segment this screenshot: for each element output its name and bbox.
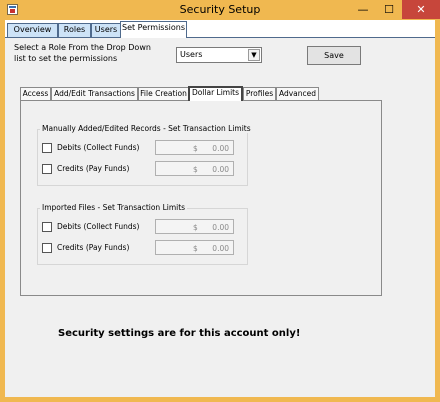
imported-debits-row: Debits (Collect Funds) $ 0.00	[42, 219, 242, 235]
imported-credits-checkbox[interactable]	[42, 243, 52, 253]
imported-files-group: Imported Files - Set Transaction Limits …	[37, 203, 248, 265]
maximize-button[interactable]: ☐	[376, 0, 402, 19]
imported-debits-limit-field[interactable]: $ 0.00	[155, 219, 234, 234]
manual-records-group-title: Manually Added/Edited Records - Set Tran…	[40, 124, 253, 133]
manual-debits-label[interactable]: Debits (Collect Funds)	[57, 143, 139, 152]
save-button[interactable]: Save	[307, 46, 361, 65]
imported-files-group-title: Imported Files - Set Transaction Limits	[40, 203, 188, 212]
security-setup-window: Security Setup — ☐ ✕ Overview Roles User…	[0, 0, 440, 402]
account-scope-message: Security settings are for this account o…	[58, 328, 301, 339]
tab-access[interactable]: Access	[20, 87, 51, 100]
tab-add-edit-transactions[interactable]: Add/Edit Transactions	[51, 87, 138, 100]
manual-credits-limit-field[interactable]: $ 0.00	[155, 161, 234, 176]
manual-credits-label[interactable]: Credits (Pay Funds)	[57, 164, 129, 173]
manual-credits-checkbox[interactable]	[42, 164, 52, 174]
currency-symbol: $	[193, 144, 198, 153]
tab-profiles[interactable]: Profiles	[243, 87, 276, 100]
set-permissions-panel: Select a Role From the Drop Down list to…	[5, 37, 435, 397]
instructions-line-2: list to set the permissions	[14, 54, 118, 63]
manual-debits-limit-value: 0.00	[212, 144, 229, 153]
imported-credits-limit-field[interactable]: $ 0.00	[155, 240, 234, 255]
imported-debits-label[interactable]: Debits (Collect Funds)	[57, 222, 139, 231]
imported-debits-limit-value: 0.00	[212, 223, 229, 232]
imported-credits-label[interactable]: Credits (Pay Funds)	[57, 243, 129, 252]
manual-debits-limit-field[interactable]: $ 0.00	[155, 140, 234, 155]
tab-advanced[interactable]: Advanced	[276, 87, 319, 100]
dollar-limits-panel: Manually Added/Edited Records - Set Tran…	[20, 100, 382, 296]
tab-file-creation[interactable]: File Creation	[138, 87, 189, 100]
tab-dollar-limits[interactable]: Dollar Limits	[188, 86, 243, 101]
currency-symbol: $	[193, 165, 198, 174]
currency-symbol: $	[193, 244, 198, 253]
tab-overview[interactable]: Overview	[7, 23, 58, 37]
chevron-down-icon[interactable]: ▼	[248, 49, 260, 61]
tab-users[interactable]: Users	[91, 23, 121, 37]
role-instructions: Select a Role From the Drop Down list to…	[14, 42, 179, 64]
imported-credits-limit-value: 0.00	[212, 244, 229, 253]
role-dropdown-value: Users	[180, 50, 203, 59]
manual-credits-row: Credits (Pay Funds) $ 0.00	[42, 161, 242, 177]
instructions-line-1: Select a Role From the Drop Down	[14, 43, 151, 52]
manual-debits-row: Debits (Collect Funds) $ 0.00	[42, 140, 242, 156]
client-area: Overview Roles Users Set Permissions Sel…	[5, 20, 435, 397]
manual-credits-limit-value: 0.00	[212, 165, 229, 174]
manual-debits-checkbox[interactable]	[42, 143, 52, 153]
imported-credits-row: Credits (Pay Funds) $ 0.00	[42, 240, 242, 256]
minimize-button[interactable]: —	[350, 0, 376, 19]
tab-roles[interactable]: Roles	[58, 23, 91, 37]
tab-set-permissions[interactable]: Set Permissions	[120, 21, 187, 38]
imported-debits-checkbox[interactable]	[42, 222, 52, 232]
role-dropdown[interactable]: Users ▼	[176, 47, 262, 63]
manual-records-group: Manually Added/Edited Records - Set Tran…	[37, 124, 253, 186]
currency-symbol: $	[193, 223, 198, 232]
title-bar[interactable]: Security Setup — ☐ ✕	[0, 0, 440, 20]
close-button[interactable]: ✕	[402, 0, 440, 19]
